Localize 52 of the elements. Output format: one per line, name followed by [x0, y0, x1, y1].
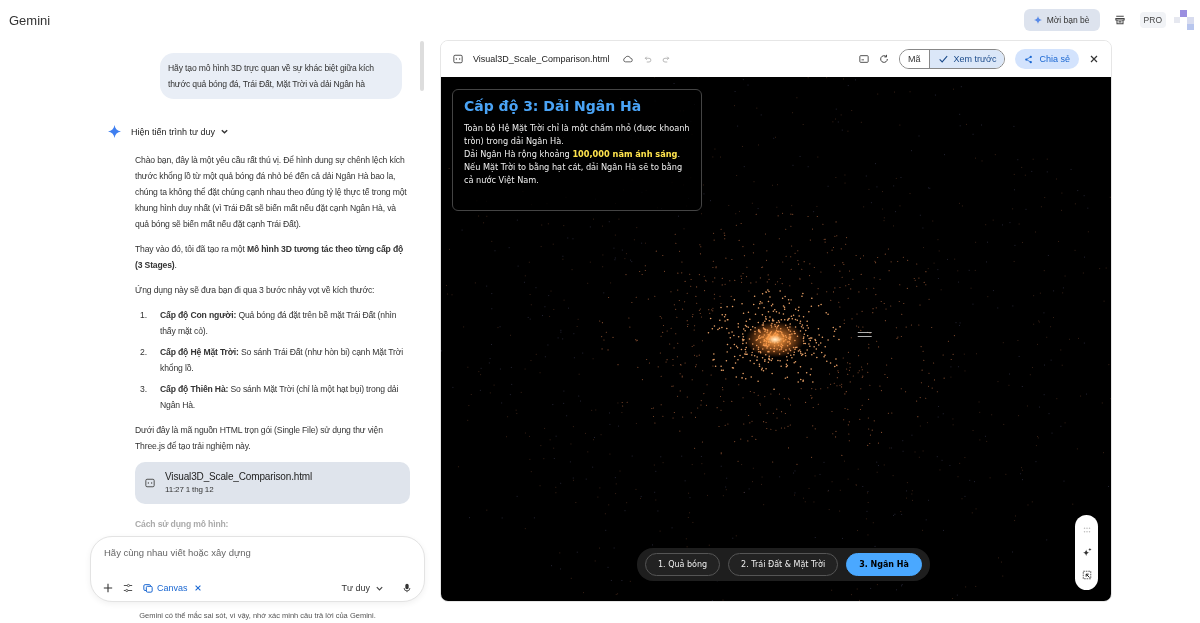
- view-tab[interactable]: Xem trước: [928, 50, 1005, 68]
- plan-badge: PRO: [1139, 12, 1166, 28]
- file-card[interactable]: Visual3D_Scale_Comparison.html 11:27 1 thg 12: [135, 462, 410, 504]
- file-time: 11:27 1 thg 12: [165, 484, 215, 496]
- info-text: Nếu Mặt Trời to bằng hạt cát, dải Ngân Hà sẽ to bằng cả nước Việt Nam.: [464, 161, 684, 187]
- code-file-icon: [453, 54, 463, 64]
- tools-icon[interactable]: [123, 583, 133, 593]
- list-item-text: Cấp độ Thiên Hà: So sánh Mặt Trời (chỉ là một hạt bụi) trong dải Ngân Hà.: [160, 383, 400, 412]
- canvas-chip[interactable]: Canvas: [143, 583, 188, 593]
- list-item-text: Cấp độ Con người: Quả bóng đá đặt trên bề mặt Trái Đất (nhìn thấy mặt cỏ).: [160, 309, 398, 338]
- response-paragraph: Dưới đây là mã nguồn HTML trọn gói (Single File) sử dụng thư viện Three.js để tạo trải nghiệm này.: [135, 424, 384, 453]
- stage-button[interactable]: 1. Quả bóng: [645, 553, 721, 576]
- canvas-icon: [143, 583, 153, 593]
- response-paragraph: Ứng dụng này sẽ đưa bạn đi qua 3 bước nhảy vọt về kích thước:: [135, 284, 376, 297]
- share-icon: [1024, 54, 1034, 64]
- file-name: Visual3D_Scale_Comparison.html: [473, 54, 610, 64]
- user-message: Hãy tạo mô hình 3D trực quan về sự khác biệt giữa kích thước quả bóng đá, Trái Đất, Mặt Trời và dải Ngân hà: [160, 53, 402, 99]
- response-paragraph: Thay vào đó, tôi đã tạo ra một Mô hình 3D tương tác theo từng cấp độ (3 Stages).: [135, 243, 405, 272]
- list-number: 1.: [140, 309, 148, 322]
- stage-button[interactable]: 2. Trái Đất & Mặt Trời: [728, 553, 839, 576]
- sparkle-icon: [108, 125, 121, 138]
- code-file-icon: [145, 478, 155, 488]
- plus-icon[interactable]: [103, 583, 113, 593]
- refresh-icon[interactable]: [879, 54, 890, 64]
- select-element-icon[interactable]: [1081, 569, 1092, 580]
- section-heading: Cách sử dụng mô hình:: [135, 518, 230, 531]
- invite-button[interactable]: Mời bạn bè: [1023, 9, 1100, 31]
- gift-icon[interactable]: [1113, 14, 1126, 26]
- close-icon[interactable]: [1089, 54, 1099, 64]
- list-number: 3.: [140, 383, 148, 396]
- response-paragraph: Chào bạn, đây là một yêu cầu rất thú vị. Để hình dung sự chênh lệch kích thước khổng lồ từ một quả bóng đá nhỏ bé đến cả dải Ngân Hà bao la, chúng ta không thể đặt chúng cạnh nhau theo đúng tỷ lệ thực tế trong một khung hình duy nhất (vì Trái Đất sẽ biến mất nếu đặt cạnh Ngân Hà, và quả bóng sẽ biến mất nếu đặt cạnh Trái Đất).: [135, 154, 408, 231]
- microphone-icon[interactable]: [402, 583, 412, 593]
- scrollbar[interactable]: [420, 41, 424, 91]
- share-button[interactable]: Chia sẻ: [1015, 49, 1079, 69]
- stage-button[interactable]: 3. Ngân Hà: [846, 553, 922, 576]
- check-icon: [937, 54, 948, 64]
- console-icon[interactable]: [859, 54, 870, 64]
- show-thinking-toggle[interactable]: Hiện tiến trình tư duy: [131, 126, 230, 137]
- list-number: 2.: [140, 346, 148, 359]
- info-text: Toàn bộ Hệ Mặt Trời chỉ là một chấm nhỏ (được khoanh tròn) trong dải Ngân Hà.: [464, 122, 690, 148]
- sparkle-icon[interactable]: [1081, 547, 1092, 558]
- mode-dropdown[interactable]: Tư duy: [341, 583, 384, 593]
- info-text: Dải Ngân Hà rộng khoảng 100,000 năm ánh sáng.: [464, 148, 682, 161]
- app-title[interactable]: Gemini: [9, 12, 51, 28]
- file-name: Visual3D_Scale_Comparison.html: [165, 470, 313, 484]
- sparkle-icon: [1033, 16, 1042, 24]
- info-title: Cấp độ 3: Dải Ngân Hà: [464, 98, 643, 114]
- cloud-icon[interactable]: [623, 54, 634, 64]
- prompt-input[interactable]: Hãy cùng nhau viết hoặc xây dựng: [103, 545, 412, 560]
- list-item-text: Cấp độ Hệ Mặt Trời: So sánh Trái Đất (như hòn bi) cạnh Mặt Trời khổng lồ.: [160, 346, 405, 375]
- chevron-down-icon: [220, 127, 230, 136]
- avatar-icon[interactable]: [1174, 10, 1194, 30]
